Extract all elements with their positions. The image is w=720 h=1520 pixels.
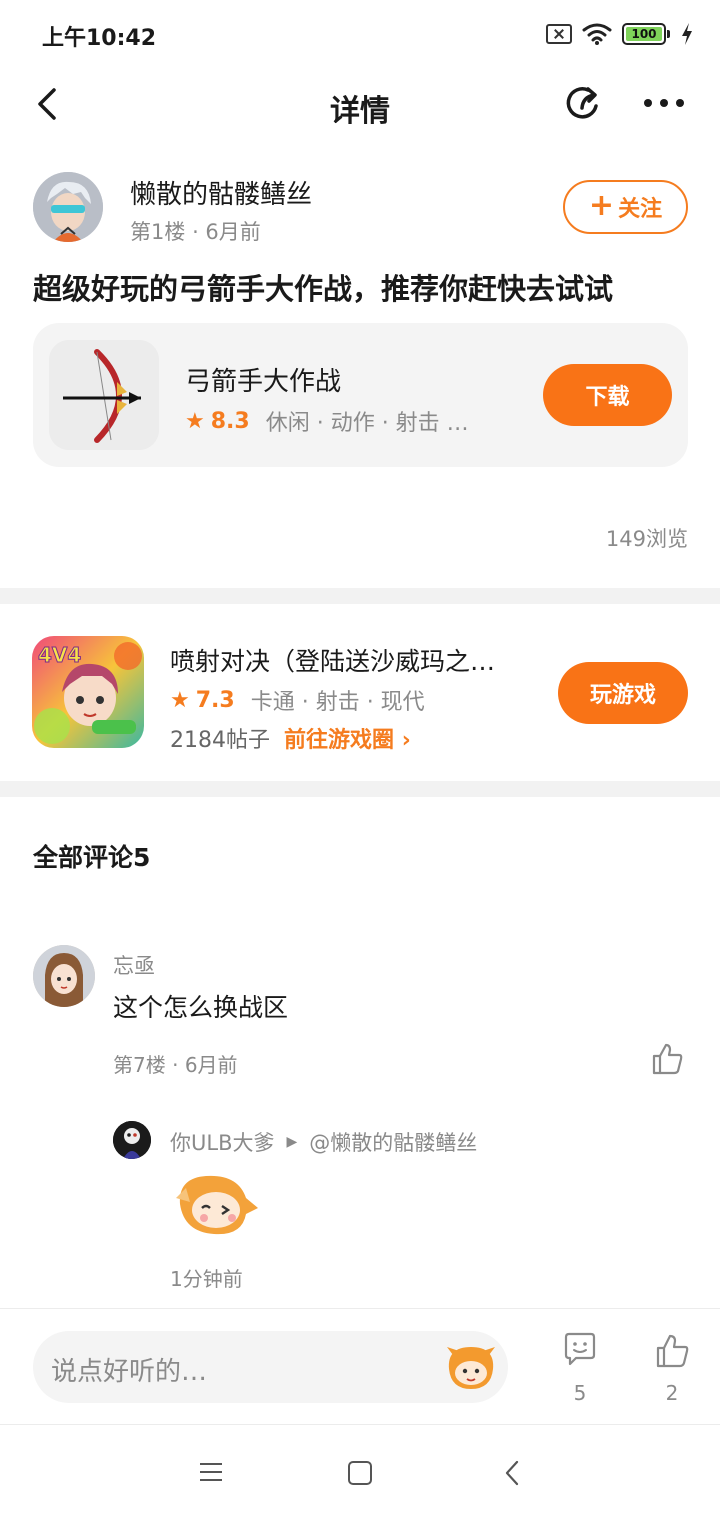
section-divider — [0, 588, 720, 604]
follow-label: 关注 — [618, 197, 663, 222]
promo-icon-badge: 4V4 — [38, 643, 81, 667]
comment-icon[interactable] — [562, 1331, 598, 1367]
system-nav-bar — [0, 1424, 720, 1520]
meta-dot: · — [192, 220, 206, 244]
reply-time: 1分钟前 — [170, 1267, 243, 1291]
reply-mention[interactable]: @懒散的骷髅鳝丝 — [309, 1127, 477, 1157]
view-count: 149浏览 — [605, 527, 688, 551]
system-back-icon[interactable] — [502, 1459, 522, 1487]
comment-bar: 说点好听的… 5 2 — [0, 1308, 720, 1424]
promo-posts-row: 2184帖子 前往游戏圈 › — [170, 722, 411, 754]
charging-icon — [682, 23, 692, 45]
battery-icon: 100 — [622, 23, 670, 45]
post-title: 超级好玩的弓箭手大作战，推荐你赶快去试试 — [33, 272, 614, 306]
download-button[interactable]: 下载 — [543, 364, 672, 426]
plus-icon: + — [588, 187, 615, 223]
promo-post-count: 2184帖子 — [170, 728, 270, 753]
status-bar: 上午10:42 100 — [0, 0, 720, 70]
commenter-avatar[interactable] — [33, 945, 95, 1007]
promo-rating: 7.3 — [195, 687, 235, 713]
page-title: 详情 — [330, 94, 390, 129]
star-icon: ★ — [170, 687, 190, 713]
game-meta: ★ 8.3 休闲 · 动作 · 射击 … — [185, 405, 469, 437]
game-tags: 休闲 · 动作 · 射击 … — [265, 411, 469, 436]
game-name: 弓箭手大作战 — [185, 367, 342, 397]
promo-tags: 卡通 · 射击 · 现代 — [250, 690, 425, 715]
post-floor: 第1楼 — [130, 220, 186, 244]
thumbs-up-icon[interactable] — [650, 1042, 684, 1076]
status-time: 上午10:42 — [42, 26, 157, 51]
sim-off-icon — [546, 24, 572, 44]
status-icons: 100 — [546, 22, 694, 46]
play-game-button[interactable]: 玩游戏 — [558, 662, 688, 724]
game-icon — [49, 340, 159, 450]
post-time: 6月前 — [205, 220, 261, 244]
post-meta: 第1楼 · 6月前 — [130, 216, 261, 246]
recent-apps-icon[interactable] — [198, 1461, 224, 1483]
like-count: 2 — [665, 1381, 679, 1405]
commenter-name[interactable]: 忘亟 — [113, 950, 155, 980]
wifi-icon — [582, 23, 612, 45]
share-icon[interactable] — [562, 82, 604, 124]
meta-dot: · — [172, 1053, 185, 1077]
game-circle-link-label: 前往游戏圈 — [284, 728, 395, 753]
comment-input[interactable]: 说点好听的… — [33, 1331, 508, 1403]
comment-meta: 第7楼 · 6月前 — [113, 1049, 238, 1078]
follow-button[interactable]: + 关注 — [563, 180, 688, 234]
star-icon: ★ — [185, 408, 205, 434]
game-circle-link[interactable]: 前往游戏圈 › — [284, 722, 411, 754]
reply-sticker — [176, 1175, 258, 1235]
game-card[interactable]: 弓箭手大作战 ★ 8.3 休闲 · 动作 · 射击 … 下载 — [33, 323, 688, 467]
reply-avatar[interactable] — [113, 1121, 151, 1159]
home-icon[interactable] — [348, 1461, 372, 1485]
nav-bar: 详情 — [0, 70, 720, 140]
author-name[interactable]: 懒散的骷髅鳝丝 — [130, 174, 312, 211]
comment-count: 5 — [573, 1381, 587, 1405]
comments-heading: 全部评论5 — [33, 843, 151, 872]
chevron-right-icon: › — [401, 728, 411, 753]
battery-level: 100 — [626, 27, 662, 41]
comment-floor: 第7楼 — [113, 1053, 166, 1077]
section-divider — [0, 781, 720, 797]
game-rating: 8.3 — [210, 408, 250, 434]
comment-input-placeholder: 说点好听的… — [51, 1357, 208, 1387]
promo-game-icon[interactable]: 4V4 — [32, 636, 144, 748]
comment-text: 这个怎么换战区 — [113, 993, 289, 1022]
promo-game-name[interactable]: 喷射对决（登陆送沙威玛之… — [170, 642, 495, 678]
reply-arrow-icon: ▶ — [286, 1134, 298, 1150]
promo-game-meta: ★ 7.3 卡通 · 射击 · 现代 — [170, 684, 425, 716]
author-avatar[interactable] — [33, 172, 103, 242]
comment-time: 6月前 — [184, 1053, 238, 1077]
more-icon[interactable] — [640, 82, 688, 124]
emoji-sticker-icon[interactable] — [443, 1341, 499, 1393]
reply-header: 你ULB大爹 ▶ @懒散的骷髅鳝丝 — [170, 1127, 477, 1157]
thumbs-up-icon[interactable] — [654, 1333, 690, 1369]
reply-user[interactable]: 你ULB大爹 — [170, 1127, 274, 1157]
